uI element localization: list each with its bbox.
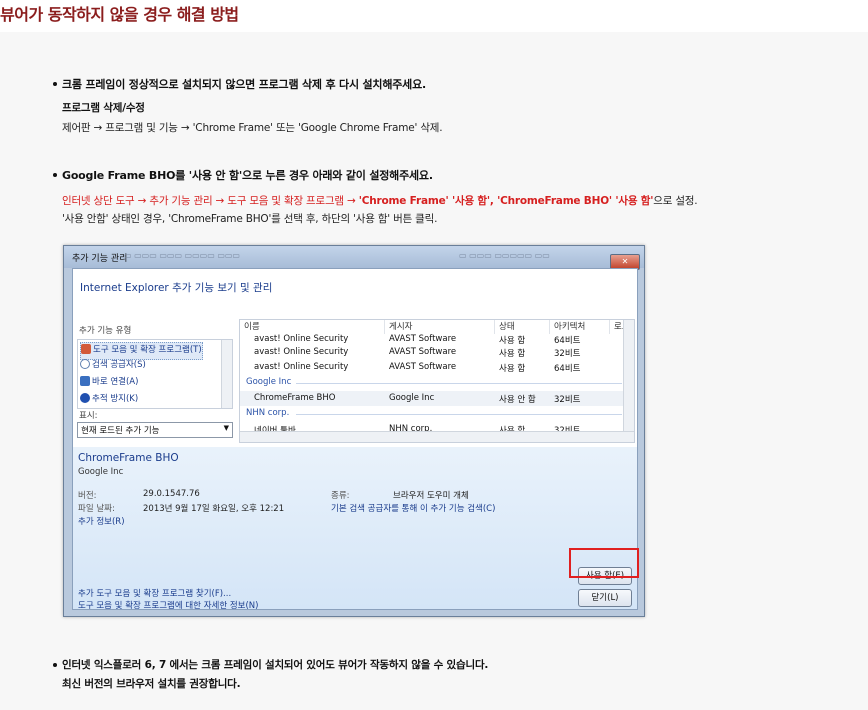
type-value: 브라우저 도우미 개체 bbox=[393, 491, 469, 501]
group-nhn: NHN corp. bbox=[246, 408, 290, 418]
search-addon-link[interactable]: 기본 검색 공급자를 통해 이 추가 기능 검색(C) bbox=[331, 502, 495, 514]
table-row[interactable]: avast! Online Security AVAST Software 사용… bbox=[240, 360, 624, 375]
group-divider bbox=[296, 383, 622, 384]
row-publisher: AVAST Software bbox=[389, 347, 457, 357]
section2-path-tail: 으로 설정. bbox=[653, 195, 698, 207]
window-buttons: ✕ bbox=[609, 249, 640, 270]
addon-type-label: 도구 모음 및 확장 프로그램(T) bbox=[93, 345, 202, 355]
version-value: 29.0.1547.76 bbox=[143, 489, 200, 499]
dialog-titlebar: 추가 기능 관리 ▭ ▭▭▭ ▭▭▭ ▭▭▭▭ ▭▭▭ ▭ ▭▭▭ ▭▭▭▭▭ … bbox=[64, 246, 644, 270]
addon-type-search[interactable]: 검색 공급자(S) bbox=[80, 358, 146, 374]
table-vscrollbar[interactable] bbox=[623, 320, 634, 432]
addon-types-label: 추가 기능 유형 bbox=[79, 326, 132, 336]
row-publisher: AVAST Software bbox=[389, 334, 457, 344]
find-more-link[interactable]: 추가 도구 모음 및 확장 프로그램 찾기(F)... bbox=[78, 587, 231, 599]
date-label: 파일 날짜: bbox=[78, 504, 115, 514]
chevron-down-icon: ▼ bbox=[223, 424, 229, 432]
section1-heading: 크롬 프레임이 정상적으로 설치되지 않으면 프로그램 삭제 후 다시 설치해주… bbox=[62, 78, 427, 91]
table-row[interactable]: avast! Online Security AVAST Software 사용… bbox=[240, 345, 624, 360]
row-name: avast! Online Security bbox=[254, 362, 349, 372]
bullet-icon bbox=[53, 82, 57, 86]
dialog-header: Internet Explorer 추가 기능 보기 및 관리 bbox=[80, 282, 273, 294]
table-hscrollbar[interactable] bbox=[240, 431, 634, 442]
learn-more-link[interactable]: 도구 모음 및 확장 프로그램에 대한 자세한 정보(N) bbox=[78, 599, 259, 611]
group-divider bbox=[296, 414, 622, 415]
types-scrollbar[interactable] bbox=[221, 340, 232, 408]
addon-type-label: 바로 연결(A) bbox=[92, 377, 139, 387]
section1-subheading: 프로그램 삭제/수정 bbox=[62, 102, 145, 114]
more-info-link[interactable]: 추가 정보(R) bbox=[78, 515, 125, 527]
dialog-title: 추가 기능 관리 bbox=[72, 254, 128, 264]
addon-type-label: 검색 공급자(S) bbox=[92, 360, 146, 370]
group-google: Google Inc bbox=[246, 377, 292, 387]
bullet-icon bbox=[53, 663, 57, 667]
block-icon bbox=[80, 393, 90, 403]
search-icon bbox=[80, 359, 90, 369]
row-name: avast! Online Security bbox=[254, 334, 349, 344]
row-arch: 32비트 bbox=[554, 349, 581, 359]
type-label: 종류: bbox=[331, 491, 350, 501]
row-arch: 32비트 bbox=[554, 395, 581, 405]
version-label: 버전: bbox=[78, 491, 97, 501]
show-label: 표시: bbox=[79, 411, 98, 421]
manage-addons-dialog: 추가 기능 관리 ▭ ▭▭▭ ▭▭▭ ▭▭▭▭ ▭▭▭ ▭ ▭▭▭ ▭▭▭▭▭ … bbox=[63, 245, 645, 617]
details-pane: ChromeFrame BHO Google Inc 버전: 29.0.1547… bbox=[73, 447, 637, 611]
section2-path: 인터넷 상단 도구 → 추가 기능 관리 → 도구 모음 및 확장 프로그램 →… bbox=[62, 193, 698, 208]
row-publisher: Google Inc bbox=[389, 393, 435, 403]
addon-types-list[interactable]: 도구 모음 및 확장 프로그램(T) 검색 공급자(S) 바로 연결(A) 추적… bbox=[77, 339, 233, 409]
row-arch: 64비트 bbox=[554, 364, 581, 374]
background-toolbar-ghost: ▭ ▭▭▭ ▭▭▭ ▭▭▭▭ ▭▭▭ bbox=[124, 251, 240, 260]
row-name: ChromeFrame BHO bbox=[254, 393, 336, 403]
close-button[interactable]: 닫기(L) bbox=[578, 589, 632, 607]
background-toolbar-ghost: ▭ ▭▭▭ ▭▭▭▭▭ ▭▭ bbox=[459, 251, 550, 260]
title-bar: 뷰어가 동작하지 않을 경우 해결 방법 bbox=[0, 0, 868, 32]
section2-path-red: 인터넷 상단 도구 → 추가 기능 관리 → 도구 모음 및 확장 프로그램 → bbox=[62, 195, 359, 207]
detail-company: Google Inc bbox=[78, 467, 124, 477]
section3-line2: 최신 버전의 브라우저 설치를 권장합니다. bbox=[62, 678, 241, 690]
section2-note: '사용 안함' 상태인 경우, 'ChromeFrame BHO'를 선택 후,… bbox=[62, 213, 438, 225]
row-status: 사용 함 bbox=[499, 349, 526, 359]
addons-table: 이름 게시자 상태 아키텍처 로드 avast! Online Security… bbox=[239, 319, 635, 443]
gear-icon bbox=[81, 344, 91, 354]
row-status: 사용 함 bbox=[499, 364, 526, 374]
section1-path: 제어판 → 프로그램 및 기능 → 'Chrome Frame' 또는 'Goo… bbox=[62, 122, 443, 134]
show-select-value: 현재 로드된 추가 기능 bbox=[81, 426, 160, 436]
show-select[interactable]: 현재 로드된 추가 기능 ▼ bbox=[77, 422, 233, 438]
page-title: 뷰어가 동작하지 않을 경우 해결 방법 bbox=[0, 5, 239, 24]
section3-line1: 인터넷 익스플로러 6, 7 에서는 크롬 프레임이 설치되어 있어도 뷰어가 … bbox=[62, 659, 489, 671]
row-name: avast! Online Security bbox=[254, 347, 349, 357]
row-publisher: AVAST Software bbox=[389, 362, 457, 372]
section2-heading: Google Frame BHO를 '사용 안 함'으로 누른 경우 아래와 같… bbox=[62, 169, 433, 182]
dialog-body: Internet Explorer 추가 기능 보기 및 관리 추가 기능 유형… bbox=[72, 268, 638, 611]
addon-type-tracking[interactable]: 추적 방지(K) bbox=[80, 392, 138, 408]
detail-name: ChromeFrame BHO bbox=[78, 452, 179, 464]
bullet-icon bbox=[53, 173, 57, 177]
row-status: 사용 안 함 bbox=[499, 395, 536, 405]
table-row-selected[interactable]: ChromeFrame BHO Google Inc 사용 안 함 32비트 bbox=[240, 391, 624, 406]
accelerator-icon bbox=[80, 376, 90, 386]
section2-path-bold: 'Chrome Frame' '사용 함', 'ChromeFrame BHO'… bbox=[358, 195, 654, 207]
date-value: 2013년 9월 17일 화요일, 오후 12:21 bbox=[143, 504, 285, 514]
highlight-box bbox=[569, 548, 639, 578]
addon-type-label: 추적 방지(K) bbox=[92, 394, 139, 404]
addon-type-accelerators[interactable]: 바로 연결(A) bbox=[80, 375, 138, 391]
